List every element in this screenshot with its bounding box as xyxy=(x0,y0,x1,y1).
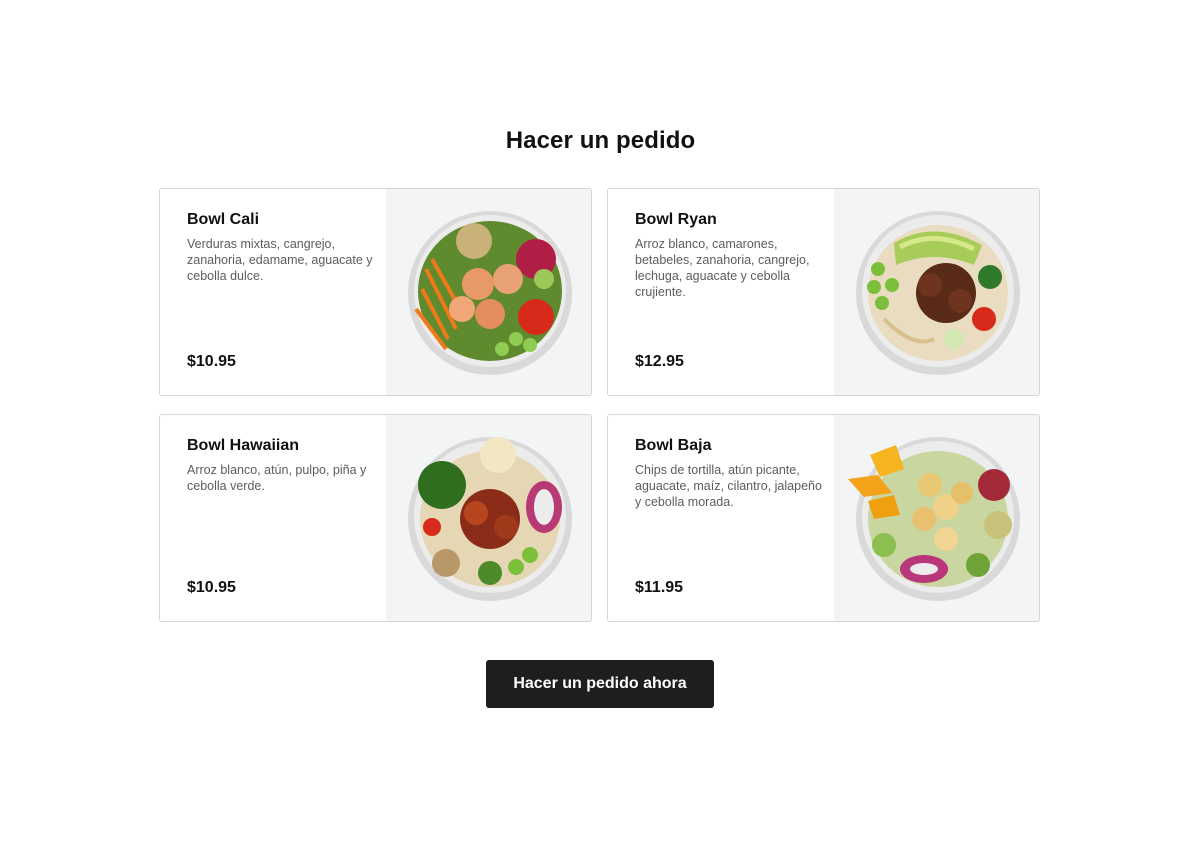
bowl-ryan-image xyxy=(834,189,1039,395)
menu-item-info: Bowl Ryan Arroz blanco, camarones, betab… xyxy=(635,189,830,395)
menu-item-name: Bowl Baja xyxy=(635,437,712,454)
bowl-hawaiian-image xyxy=(386,415,591,621)
bowl-baja-image xyxy=(834,415,1039,621)
menu-item-info: Bowl Baja Chips de tortilla, atún picant… xyxy=(635,415,830,621)
menu-item-price: $10.95 xyxy=(187,353,236,370)
page-title: Hacer un pedido xyxy=(505,127,696,154)
menu-item-price: $12.95 xyxy=(635,353,684,370)
menu-item-price: $11.95 xyxy=(635,579,684,596)
menu-item-price: $10.95 xyxy=(187,579,236,596)
menu-item-name: Bowl Hawaiian xyxy=(187,437,300,454)
menu-item-card-bowl-cali[interactable]: Bowl Cali Verduras mixtas, cangrejo, zan… xyxy=(159,188,592,396)
menu-item-info: Bowl Hawaiian Arroz blanco, atún, pulpo,… xyxy=(187,415,382,621)
menu-item-info: Bowl Cali Verduras mixtas, cangrejo, zan… xyxy=(187,189,382,395)
menu-item-description: Arroz blanco, camarones, betabeles, zana… xyxy=(635,237,810,299)
menu-item-description: Verduras mixtas, cangrejo, zanahoria, ed… xyxy=(187,237,373,283)
place-order-button[interactable]: Hacer un pedido ahora xyxy=(486,660,714,708)
bowl-cali-image xyxy=(386,189,591,395)
menu-item-description: Arroz blanco, atún, pulpo, piña y ceboll… xyxy=(187,463,367,493)
menu-item-card-bowl-hawaiian[interactable]: Bowl Hawaiian Arroz blanco, atún, pulpo,… xyxy=(159,414,592,622)
menu-item-name: Bowl Cali xyxy=(187,211,260,228)
menu-item-description: Chips de tortilla, atún picante, aguacat… xyxy=(635,463,822,509)
menu-item-card-bowl-ryan[interactable]: Bowl Ryan Arroz blanco, camarones, betab… xyxy=(607,188,1040,396)
menu-item-name: Bowl Ryan xyxy=(635,211,717,228)
menu-item-card-bowl-baja[interactable]: Bowl Baja Chips de tortilla, atún picant… xyxy=(607,414,1040,622)
